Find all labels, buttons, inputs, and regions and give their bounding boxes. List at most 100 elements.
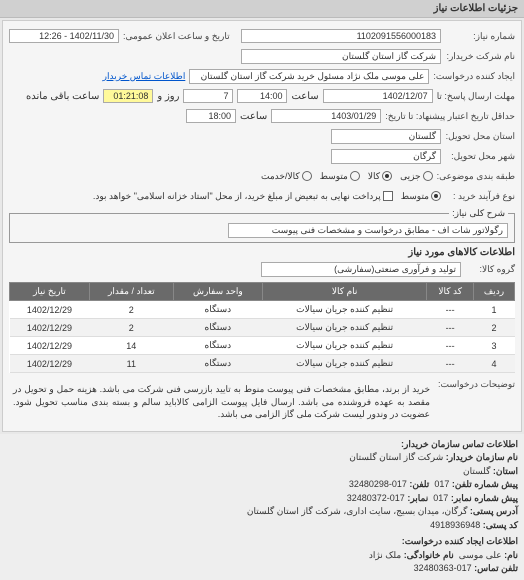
contact-header: اطلاعات تماس سازمان خریدار: — [6, 438, 518, 452]
remain-time: 01:21:08 — [103, 89, 153, 103]
addr-value: گرگان، میدان بسیج، سایت اداری، شرکت گاز … — [247, 506, 468, 516]
name-label: نام: — [504, 550, 518, 560]
col-code[interactable]: کد کالا — [427, 283, 474, 301]
cell-unit: دستگاه — [173, 301, 262, 319]
validity-label: حداقل تاریخ اعتبار پیشنهاد: تا تاریخ: — [385, 111, 515, 122]
lname-value: ملک نژاد — [369, 550, 401, 560]
fax-pre-label: پیش شماره نمابر: — [451, 493, 518, 503]
phone-value: 017-32480298 — [349, 479, 407, 489]
cell-n: 4 — [474, 355, 515, 373]
table-row[interactable]: 3---تنظیم کننده جریان سیالاتدستگاه141402… — [10, 337, 515, 355]
cell-unit: دستگاه — [173, 337, 262, 355]
c-province-value: گلستان — [463, 466, 490, 476]
budget-radio-group: جزیی کالا متوسط کالا/خدمت — [261, 171, 433, 182]
contact-panel: اطلاعات تماس سازمان خریدار: نام سازمان خ… — [0, 434, 524, 580]
city-label: شهر محل تحویل: — [445, 151, 515, 162]
goods-table: ردیف کد کالا نام کالا واحد سفارش تعداد /… — [9, 282, 515, 373]
contact-link[interactable]: اطلاعات تماس خریدار — [103, 71, 186, 82]
creator-field: علی موسی ملک نژاد مسئول خرید شرکت گاز اس… — [189, 69, 429, 84]
notes-text: خرید از برند، مطابق مشخصات فنی پیوست منو… — [9, 379, 434, 425]
panel-header: جزئیات اطلاعات نیاز — [0, 0, 524, 18]
budget-opt-0[interactable]: جزیی — [400, 171, 433, 182]
creator-label: ایجاد کننده درخواست: — [433, 71, 515, 82]
col-name[interactable]: نام کالا — [262, 283, 426, 301]
phone-pre-label: پیش شماره تلفن: — [452, 479, 518, 489]
form-panel: شماره نیاز: 1102091556000183 تاریخ و ساع… — [2, 20, 522, 432]
cell-date: 1402/12/29 — [10, 301, 90, 319]
remain-days-label: روز و — [157, 91, 179, 102]
phone-label: تلفن: — [409, 479, 429, 489]
fax-pre-value: 017 — [433, 493, 448, 503]
radio-icon — [431, 191, 441, 201]
budget-opt-1[interactable]: کالا — [368, 171, 392, 182]
process-opt-0[interactable]: متوسط — [401, 191, 441, 202]
zip-label: کد پستی: — [483, 520, 518, 530]
radio-icon — [423, 171, 433, 181]
cell-code: --- — [427, 337, 474, 355]
addr-label: آدرس پستی: — [470, 506, 518, 516]
col-date[interactable]: تاریخ نیاز — [10, 283, 90, 301]
cell-date: 1402/12/29 — [10, 337, 90, 355]
deadline-label: مهلت ارسال پاسخ: تا — [437, 91, 515, 102]
cell-n: 3 — [474, 337, 515, 355]
phone-pre-value: 017 — [434, 479, 449, 489]
cell-n: 1 — [474, 301, 515, 319]
creator-header: اطلاعات ایجاد کننده درخواست: — [6, 535, 518, 549]
process-label: نوع فرآیند خرید : — [445, 191, 515, 202]
title-fieldset: شرح کلی نیاز: رگولاتور شات اف - مطابق در… — [9, 208, 515, 243]
process-opt-1[interactable]: پرداخت نهایی به تبعیض از مبلغ خرید، از م… — [93, 191, 393, 202]
province-field: گلستان — [331, 129, 441, 144]
cell-name: تنظیم کننده جریان سیالات — [262, 355, 426, 373]
col-n[interactable]: ردیف — [474, 283, 515, 301]
cell-name: تنظیم کننده جریان سیالات — [262, 319, 426, 337]
buyer-label: نام شرکت خریدار: — [445, 51, 515, 62]
table-row[interactable]: 1---تنظیم کننده جریان سیالاتدستگاه21402/… — [10, 301, 515, 319]
title-legend: شرح کلی نیاز: — [449, 208, 508, 219]
notes-label: توضیحات درخواست: — [438, 379, 515, 390]
col-qty[interactable]: تعداد / مقدار — [89, 283, 173, 301]
radio-icon — [382, 171, 392, 181]
c-province-label: استان: — [493, 466, 518, 476]
cell-qty: 2 — [89, 319, 173, 337]
budget-opt-2[interactable]: متوسط — [320, 171, 360, 182]
lname-label: نام خانوادگی: — [404, 550, 454, 560]
deadline-time: 14:00 — [237, 89, 287, 103]
pub-date-field: 1402/11/30 - 12:26 — [9, 29, 119, 43]
zip-value: 4918936948 — [430, 520, 480, 530]
cphone-value: 017-32480363 — [414, 563, 472, 573]
org-label: نام سازمان خریدار: — [446, 452, 518, 462]
budget-opt-3[interactable]: کالا/خدمت — [261, 171, 312, 182]
fax-label: نمابر: — [407, 493, 428, 503]
cell-qty: 14 — [89, 337, 173, 355]
validity-time: 18:00 — [186, 109, 236, 123]
cell-qty: 2 — [89, 301, 173, 319]
radio-icon — [350, 171, 360, 181]
cell-unit: دستگاه — [173, 355, 262, 373]
goods-header: اطلاعات کالاهای مورد نیاز — [9, 247, 515, 258]
process-radio-group: متوسط پرداخت نهایی به تبعیض از مبلغ خرید… — [93, 191, 441, 202]
time-label: ساعت — [291, 91, 318, 102]
col-unit[interactable]: واحد سفارش — [173, 283, 262, 301]
group-label: گروه کالا: — [465, 264, 515, 275]
table-row[interactable]: 2---تنظیم کننده جریان سیالاتدستگاه21402/… — [10, 319, 515, 337]
cell-name: تنظیم کننده جریان سیالات — [262, 301, 426, 319]
cell-code: --- — [427, 355, 474, 373]
budget-label: طبقه بندی موضوعی: — [437, 171, 515, 182]
buyer-field: شرکت گاز استان گلستان — [241, 49, 441, 64]
province-label: استان محل تحویل: — [445, 131, 515, 142]
remain-days: 7 — [183, 89, 233, 103]
req-no-field: 1102091556000183 — [241, 29, 441, 43]
checkbox-icon — [383, 191, 393, 201]
fax-value: 017-32480372 — [347, 493, 405, 503]
city-field: گرگان — [331, 149, 441, 164]
validity-time-label: ساعت — [240, 111, 267, 122]
remain-suffix: ساعت باقی مانده — [26, 91, 99, 102]
req-no-label: شماره نیاز: — [445, 31, 515, 42]
pub-label: تاریخ و ساعت اعلان عمومی: — [123, 31, 237, 42]
title-field: رگولاتور شات اف - مطابق درخواست و مشخصات… — [228, 223, 508, 238]
cell-n: 2 — [474, 319, 515, 337]
org-value: شرکت گاز استان گلستان — [349, 452, 443, 462]
cell-name: تنظیم کننده جریان سیالات — [262, 337, 426, 355]
cell-date: 1402/12/29 — [10, 355, 90, 373]
table-row[interactable]: 4---تنظیم کننده جریان سیالاتدستگاه111402… — [10, 355, 515, 373]
